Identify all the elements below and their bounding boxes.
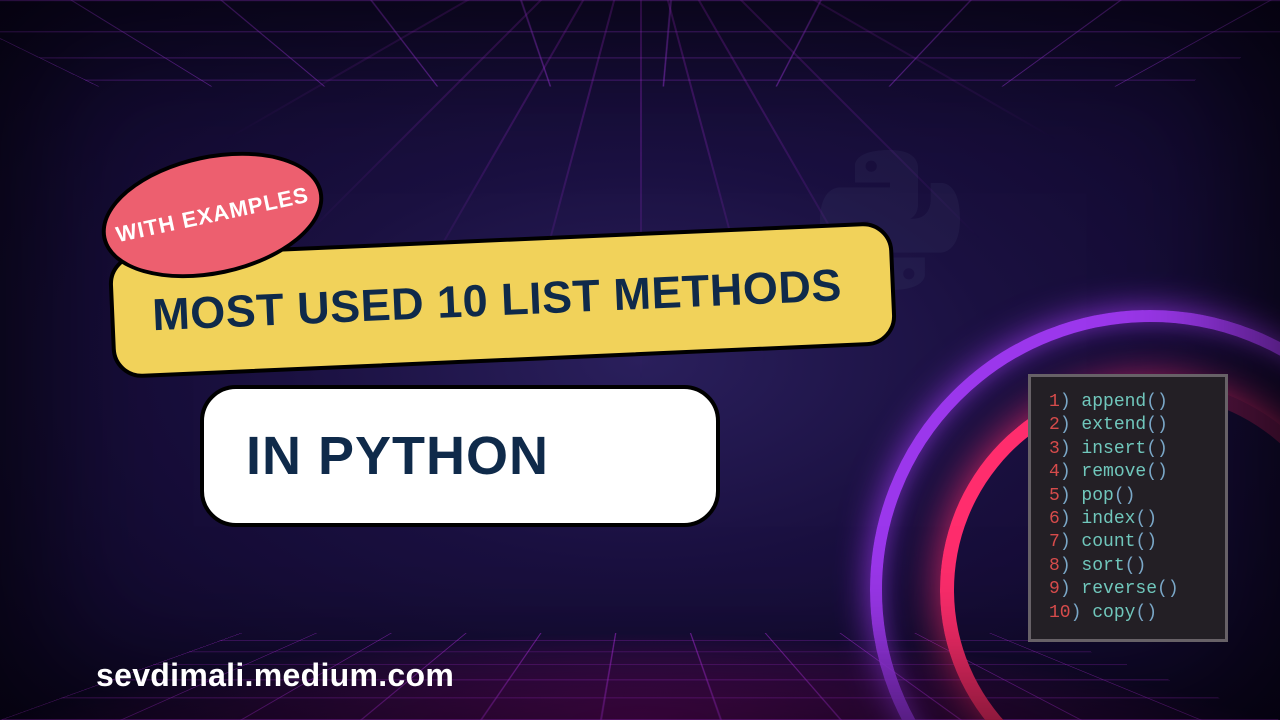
code-row: 6) index() xyxy=(1049,508,1211,531)
grid-ceiling xyxy=(0,0,1280,86)
code-snippet: 1) append() 2) extend() 3) insert() 4) r… xyxy=(1028,374,1228,642)
footer-url: sevdimali.medium.com xyxy=(96,657,454,694)
subtitle-box: IN PYTHON xyxy=(200,385,720,527)
subtitle-text: IN PYTHON xyxy=(246,425,674,487)
code-row: 1) append() xyxy=(1049,391,1211,414)
code-row: 7) count() xyxy=(1049,531,1211,554)
title-text: MOST USED 10 LIST METHODS xyxy=(151,259,854,342)
code-row: 5) pop() xyxy=(1049,485,1211,508)
code-row: 8) sort() xyxy=(1049,555,1211,578)
code-row: 2) extend() xyxy=(1049,414,1211,437)
code-row: 4) remove() xyxy=(1049,461,1211,484)
code-row: 10) copy() xyxy=(1049,602,1211,625)
code-row: 9) reverse() xyxy=(1049,578,1211,601)
code-row: 3) insert() xyxy=(1049,438,1211,461)
badge-text: WITH EXAMPLES xyxy=(114,182,311,248)
